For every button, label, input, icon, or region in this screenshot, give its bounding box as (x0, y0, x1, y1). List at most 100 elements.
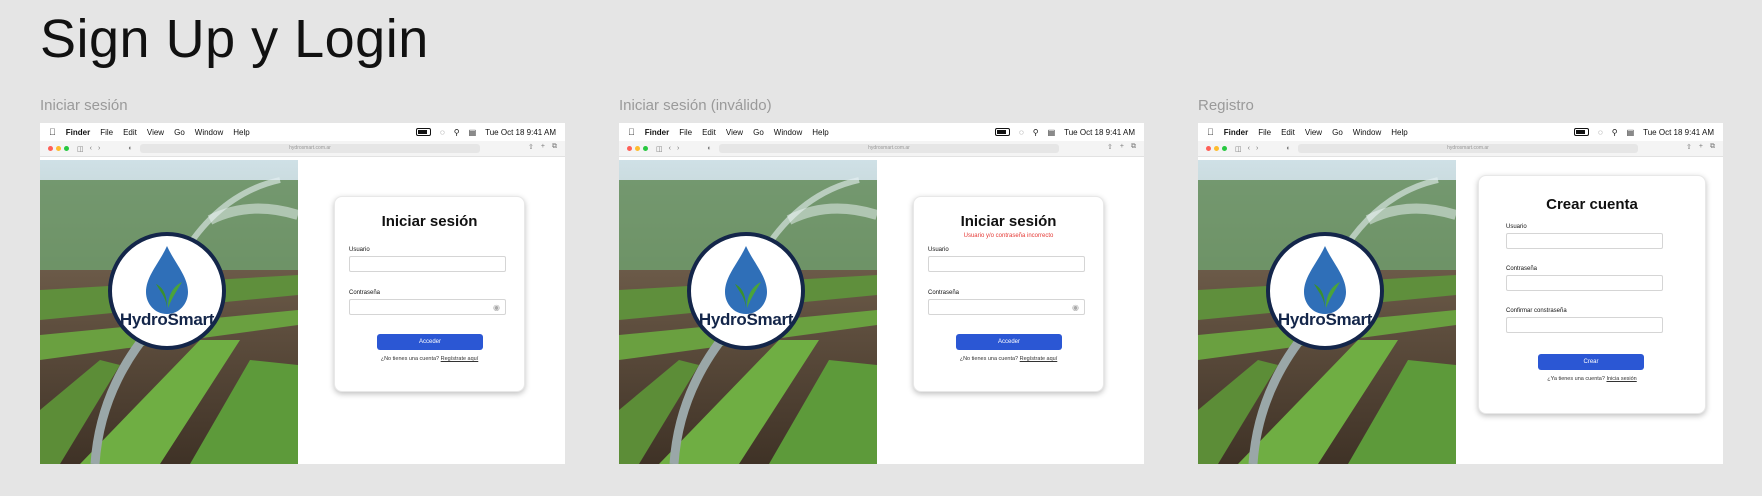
apple-icon[interactable]:  (628, 127, 635, 137)
address-bar[interactable]: hydrosmart.com.ar (140, 144, 480, 153)
login-link[interactable]: Inicia sesión (1606, 376, 1636, 382)
logo-wordmark: HydroSmart (119, 310, 215, 329)
password-input[interactable] (1506, 275, 1663, 291)
menu-help[interactable]: Help (812, 128, 828, 137)
zoom-window-button[interactable] (643, 146, 648, 151)
forward-icon[interactable]: › (98, 145, 100, 153)
minimize-window-button[interactable] (56, 146, 61, 151)
hero-image: HydroSmart (1198, 160, 1456, 464)
menu-edit[interactable]: Edit (123, 128, 137, 137)
username-label: Usuario (928, 247, 949, 253)
menu-window[interactable]: Window (774, 128, 802, 137)
tabs-icon[interactable]: ⧉ (1710, 143, 1715, 151)
menu-file[interactable]: File (679, 128, 692, 137)
username-input[interactable] (349, 256, 506, 272)
menubar-clock[interactable]: Tue Oct 18 9:41 AM (485, 128, 556, 137)
menu-finder[interactable]: Finder (66, 128, 90, 137)
battery-icon[interactable] (1573, 128, 1589, 136)
menu-view[interactable]: View (1305, 128, 1322, 137)
control-center-icon[interactable]: ▤ (469, 128, 477, 137)
search-icon[interactable]: ⚲ (454, 128, 460, 137)
new-tab-icon[interactable]: + (1120, 143, 1124, 151)
wifi-icon[interactable]: ◌ (1598, 128, 1603, 137)
address-bar[interactable]: hydrosmart.com.ar (1298, 144, 1638, 153)
shield-icon[interactable]: ◐ (1286, 145, 1290, 153)
forward-icon[interactable]: › (677, 145, 679, 153)
zoom-window-button[interactable] (64, 146, 69, 151)
menu-go[interactable]: Go (1332, 128, 1343, 137)
menu-window[interactable]: Window (195, 128, 223, 137)
password-input[interactable]: ◉ (928, 299, 1085, 315)
menu-edit[interactable]: Edit (702, 128, 716, 137)
frame-label-register: Registro (1198, 97, 1254, 114)
create-account-button[interactable]: Crear (1538, 354, 1644, 370)
menu-edit[interactable]: Edit (1281, 128, 1295, 137)
control-center-icon[interactable]: ▤ (1627, 128, 1635, 137)
sidebar-icon[interactable]: ◫ (656, 145, 663, 153)
menu-go[interactable]: Go (753, 128, 764, 137)
username-label: Usuario (1506, 224, 1527, 230)
menubar-clock[interactable]: Tue Oct 18 9:41 AM (1643, 128, 1714, 137)
signup-prompt: ¿No tienes una cuenta? Regístrate aquí (335, 356, 524, 362)
password-label: Contraseña (349, 290, 381, 296)
wifi-icon[interactable]: ◌ (1019, 128, 1024, 137)
close-window-button[interactable] (48, 146, 53, 151)
minimize-window-button[interactable] (635, 146, 640, 151)
login-button[interactable]: Acceder (377, 334, 483, 350)
new-tab-icon[interactable]: + (541, 143, 545, 151)
signup-link[interactable]: Regístrate aquí (1020, 356, 1058, 362)
menu-go[interactable]: Go (174, 128, 185, 137)
battery-icon[interactable] (415, 128, 431, 136)
login-button[interactable]: Acceder (956, 334, 1062, 350)
back-icon[interactable]: ‹ (1248, 145, 1250, 153)
username-input[interactable] (1506, 233, 1663, 249)
menu-help[interactable]: Help (1391, 128, 1407, 137)
shield-icon[interactable]: ◐ (128, 145, 132, 153)
hero-image: HydroSmart (619, 160, 877, 464)
menu-view[interactable]: View (147, 128, 164, 137)
login-card: Iniciar sesión Usuario Contraseña ◉ Acce… (334, 196, 525, 392)
tabs-icon[interactable]: ⧉ (552, 143, 557, 151)
address-bar[interactable]: hydrosmart.com.ar (719, 144, 1059, 153)
sidebar-icon[interactable]: ◫ (1235, 145, 1242, 153)
password-input[interactable]: ◉ (349, 299, 506, 315)
confirm-password-input[interactable] (1506, 317, 1663, 333)
menu-file[interactable]: File (1258, 128, 1271, 137)
wifi-icon[interactable]: ◌ (440, 128, 445, 137)
menu-view[interactable]: View (726, 128, 743, 137)
menu-finder[interactable]: Finder (1224, 128, 1248, 137)
close-window-button[interactable] (1206, 146, 1211, 151)
back-icon[interactable]: ‹ (90, 145, 92, 153)
menu-finder[interactable]: Finder (645, 128, 669, 137)
menubar-clock[interactable]: Tue Oct 18 9:41 AM (1064, 128, 1135, 137)
frame-label-login: Iniciar sesión (40, 97, 128, 114)
hydrosmart-logo: HydroSmart (687, 232, 805, 350)
control-center-icon[interactable]: ▤ (1048, 128, 1056, 137)
share-icon[interactable]: ⇧ (528, 143, 534, 151)
menu-help[interactable]: Help (233, 128, 249, 137)
search-icon[interactable]: ⚲ (1033, 128, 1039, 137)
menu-file[interactable]: File (100, 128, 113, 137)
share-icon[interactable]: ⇧ (1107, 143, 1113, 151)
tabs-icon[interactable]: ⧉ (1131, 143, 1136, 151)
eye-icon[interactable]: ◉ (493, 303, 500, 312)
apple-icon[interactable]:  (49, 127, 56, 137)
battery-icon[interactable] (994, 128, 1010, 136)
menu-window[interactable]: Window (1353, 128, 1381, 137)
minimize-window-button[interactable] (1214, 146, 1219, 151)
apple-icon[interactable]:  (1207, 127, 1214, 137)
share-icon[interactable]: ⇧ (1686, 143, 1692, 151)
signup-link[interactable]: Regístrate aquí (441, 356, 479, 362)
signup-prompt-text: ¿No tienes una cuenta? (959, 356, 1019, 362)
search-icon[interactable]: ⚲ (1612, 128, 1618, 137)
back-icon[interactable]: ‹ (669, 145, 671, 153)
shield-icon[interactable]: ◐ (707, 145, 711, 153)
forward-icon[interactable]: › (1256, 145, 1258, 153)
close-window-button[interactable] (627, 146, 632, 151)
zoom-window-button[interactable] (1222, 146, 1227, 151)
username-input[interactable] (928, 256, 1085, 272)
login-prompt: ¿Ya tienes una cuenta? Inicia sesión (1479, 376, 1705, 382)
sidebar-icon[interactable]: ◫ (77, 145, 84, 153)
new-tab-icon[interactable]: + (1699, 143, 1703, 151)
eye-icon[interactable]: ◉ (1072, 303, 1079, 312)
